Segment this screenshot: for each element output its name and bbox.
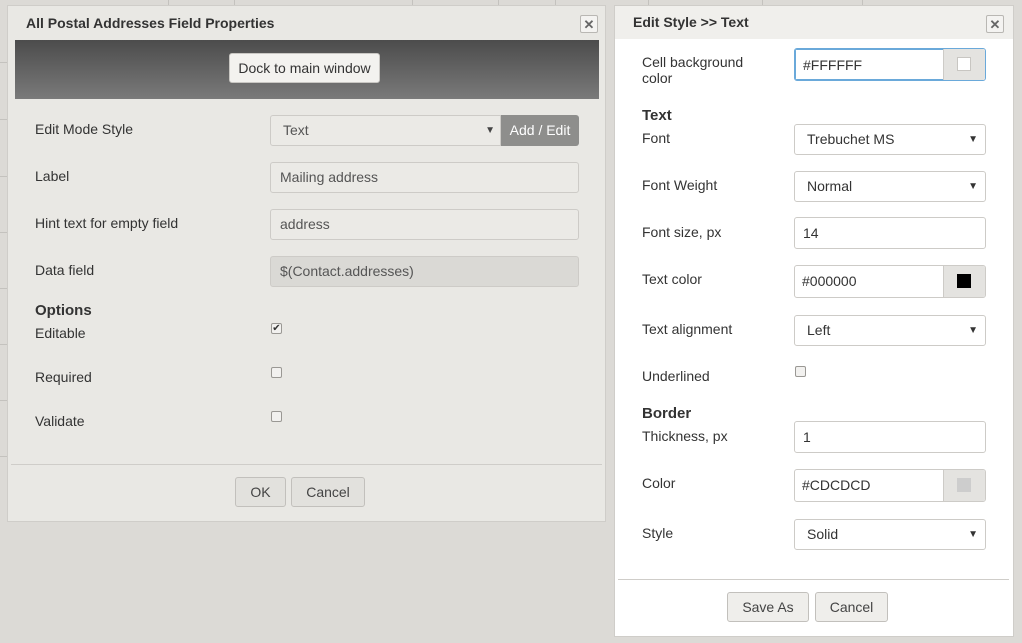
font-size-label: Font size, px (642, 224, 722, 240)
cancel-button[interactable]: Cancel (815, 592, 888, 622)
underlined-checkbox[interactable] (795, 366, 806, 377)
edit-mode-style-value: Text (283, 122, 309, 138)
footer-divider (618, 579, 1009, 580)
text-alignment-select[interactable]: Left ▼ (794, 315, 986, 346)
cell-background-color-picker[interactable]: #FFFFFF (794, 48, 986, 81)
cell-background-color-label: Cell background color (642, 54, 743, 86)
cell-background-color-label-line2: color (642, 70, 673, 86)
border-color-input[interactable]: #CDCDCD (795, 470, 945, 501)
editable-label: Editable (35, 325, 86, 341)
checkmark-icon: ✔ (272, 323, 281, 334)
cell-background-color-label-line1: Cell background (642, 54, 744, 70)
text-color-picker[interactable]: #000000 (794, 265, 986, 298)
data-field-label: Data field (35, 262, 95, 278)
edit-mode-style-select[interactable]: Text ▼ (270, 115, 501, 146)
border-color-label: Color (642, 475, 676, 491)
border-style-label: Style (642, 525, 674, 541)
border-style-select[interactable]: Solid ▼ (794, 519, 986, 550)
thickness-input[interactable]: 1 (794, 421, 986, 453)
chevron-down-icon: ▼ (485, 125, 495, 136)
ok-button[interactable]: OK (235, 477, 286, 507)
data-field-input: $(Contact.addresses) (270, 256, 579, 287)
border-heading: Border (642, 405, 692, 422)
text-color-input[interactable]: #000000 (795, 266, 945, 297)
label-input[interactable]: Mailing address (270, 162, 579, 193)
add-edit-button[interactable]: Add / Edit (501, 115, 579, 146)
font-select[interactable]: Trebuchet MS ▼ (794, 124, 986, 155)
text-heading: Text (642, 107, 672, 124)
required-checkbox[interactable] (271, 367, 282, 378)
color-swatch-icon (957, 478, 971, 492)
cancel-button[interactable]: Cancel (291, 477, 365, 507)
dock-toolbar: Dock to main window (15, 40, 599, 99)
color-swatch-icon (957, 274, 971, 288)
edit-mode-style-label: Edit Mode Style (35, 121, 134, 137)
hint-text-label: Hint text for empty field (35, 215, 179, 231)
options-heading: Options (35, 302, 92, 319)
close-button[interactable]: ✕ (580, 15, 598, 33)
save-as-button[interactable]: Save As (727, 592, 809, 622)
font-weight-select[interactable]: Normal ▼ (794, 171, 986, 202)
text-color-label: Text color (642, 271, 702, 287)
border-color-picker[interactable]: #CDCDCD (794, 469, 986, 502)
required-label: Required (35, 369, 92, 385)
font-value: Trebuchet MS (807, 131, 895, 147)
chevron-down-icon: ▼ (968, 325, 978, 336)
color-swatch-button[interactable] (943, 266, 985, 297)
font-weight-value: Normal (807, 178, 853, 194)
hint-text-input[interactable]: address (270, 209, 579, 240)
edit-style-dialog: Edit Style >> Text ✕ Cell background col… (614, 5, 1014, 637)
close-icon: ✕ (583, 16, 595, 32)
dialog-title[interactable]: Edit Style >> Text (615, 6, 1013, 39)
color-swatch-button[interactable] (943, 470, 985, 501)
text-alignment-value: Left (807, 322, 831, 338)
thickness-label: Thickness, px (642, 428, 728, 444)
chevron-down-icon: ▼ (968, 134, 978, 145)
font-size-input[interactable]: 14 (794, 217, 986, 249)
font-label: Font (642, 130, 671, 146)
close-icon: ✕ (989, 16, 1001, 32)
label-label: Label (35, 168, 70, 184)
dock-to-main-window-button[interactable]: Dock to main window (229, 53, 380, 83)
border-style-value: Solid (807, 526, 839, 542)
color-swatch-icon (957, 57, 971, 71)
chevron-down-icon: ▼ (968, 529, 978, 540)
underlined-label: Underlined (642, 368, 710, 384)
footer-divider (11, 464, 602, 465)
field-properties-dialog: All Postal Addresses Field Properties ✕ … (7, 5, 606, 522)
close-button[interactable]: ✕ (986, 15, 1004, 33)
dialog-title[interactable]: All Postal Addresses Field Properties (8, 6, 605, 40)
chevron-down-icon: ▼ (968, 181, 978, 192)
cell-background-color-input[interactable]: #FFFFFF (795, 49, 945, 80)
validate-label: Validate (35, 413, 85, 429)
editable-checkbox[interactable]: ✔ (271, 323, 282, 334)
font-weight-label: Font Weight (642, 177, 718, 193)
validate-checkbox[interactable] (271, 411, 282, 422)
color-swatch-button[interactable] (943, 49, 985, 80)
text-alignment-label: Text alignment (642, 321, 733, 337)
